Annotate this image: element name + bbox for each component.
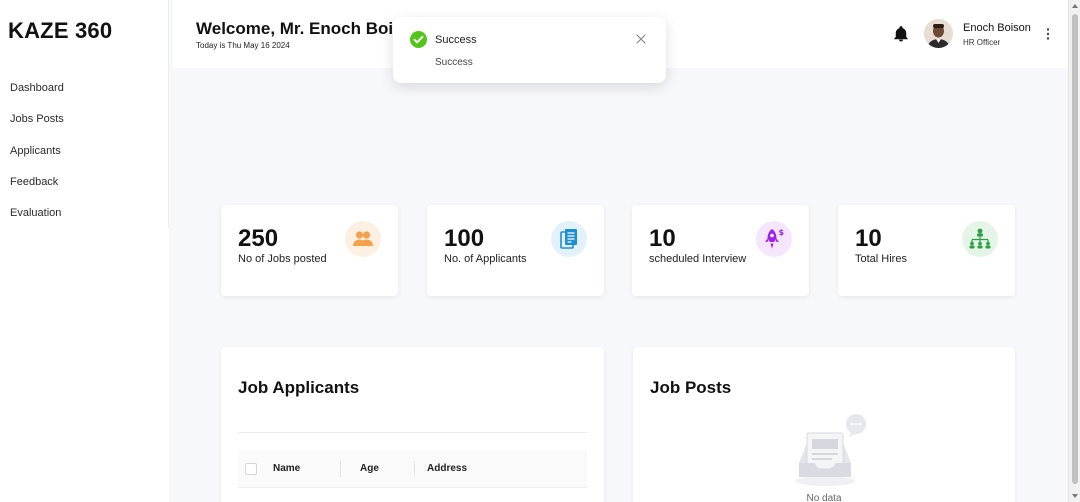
panel-title: Job Applicants: [238, 378, 360, 397]
column-header-address[interactable]: Address: [427, 463, 467, 474]
stat-value: 10: [649, 225, 676, 252]
stat-label: Total Hires: [855, 253, 907, 265]
users-icon: [345, 221, 381, 257]
stat-label: scheduled Interview: [649, 253, 747, 265]
sidebar-item-dashboard[interactable]: Dashboard: [10, 82, 64, 113]
stat-card-total-hires: 10 Total Hires: [838, 205, 1015, 296]
sidebar-item-evaluation[interactable]: Evaluation: [10, 207, 64, 238]
stat-card-applicants: 100 No. of Applicants: [427, 205, 604, 296]
today-date: Today is Thu May 16 2024: [196, 41, 290, 50]
more-vertical-icon[interactable]: [1045, 27, 1051, 41]
avatar-portrait-icon: [924, 19, 953, 48]
sidebar-item-feedback[interactable]: Feedback: [10, 176, 64, 207]
select-all-checkbox[interactable]: [245, 463, 257, 475]
rocket-icon: $: [756, 221, 792, 257]
bell-icon[interactable]: [892, 25, 910, 43]
scrollbar-thumb[interactable]: [1072, 14, 1078, 484]
svg-text:$: $: [779, 228, 785, 237]
sidebar-nav: Dashboard Jobs Posts Applicants Feedback…: [10, 82, 64, 238]
sidebar-item-applicants[interactable]: Applicants: [10, 145, 64, 176]
welcome-heading: Welcome, Mr. Enoch Boison: [196, 19, 424, 38]
stat-label: No of Jobs posted: [238, 253, 327, 265]
job-posts-panel: Job Posts No data: [633, 347, 1015, 502]
column-separator: [340, 461, 341, 477]
empty-inbox-icon: [795, 414, 866, 486]
check-circle-icon: [410, 31, 427, 48]
toast-message: Success: [435, 57, 473, 68]
table-header: Name Age Address: [238, 450, 587, 488]
stat-value: 100: [444, 225, 485, 252]
stat-value: 10: [855, 225, 882, 252]
user-role: HR Officer: [963, 38, 1001, 47]
page-scrollbar[interactable]: [1068, 0, 1080, 502]
sidebar-divider: [168, 0, 169, 228]
panel-divider: [238, 432, 587, 433]
sidebar-item-jobs-posts[interactable]: Jobs Posts: [10, 113, 64, 144]
column-header-age[interactable]: Age: [360, 463, 379, 474]
job-applicants-panel: Job Applicants Name Age Address: [221, 347, 604, 502]
sidebar: KAZE 360 Dashboard Jobs Posts Applicants…: [0, 0, 169, 502]
avatar[interactable]: [924, 19, 953, 48]
close-icon[interactable]: [635, 33, 647, 45]
stat-card-interviews: 10 scheduled Interview $: [632, 205, 809, 296]
scroll-down-icon[interactable]: [1072, 494, 1078, 498]
document-icon: [551, 221, 587, 257]
scroll-up-icon[interactable]: [1072, 4, 1078, 8]
user-name: Enoch Boison: [963, 22, 1031, 34]
empty-state-text: No data: [806, 493, 842, 502]
stat-label: No. of Applicants: [444, 253, 527, 265]
panel-title: Job Posts: [650, 378, 732, 397]
toast-title: Success: [435, 34, 477, 46]
brand-logo-text: KAZE 360: [8, 18, 113, 43]
org-chart-icon: [962, 221, 998, 257]
column-header-name[interactable]: Name: [273, 463, 300, 474]
stat-value: 250: [238, 225, 279, 252]
success-toast: Success Success: [393, 17, 666, 83]
column-separator: [414, 461, 415, 477]
stat-card-jobs-posted: 250 No of Jobs posted: [221, 205, 398, 296]
